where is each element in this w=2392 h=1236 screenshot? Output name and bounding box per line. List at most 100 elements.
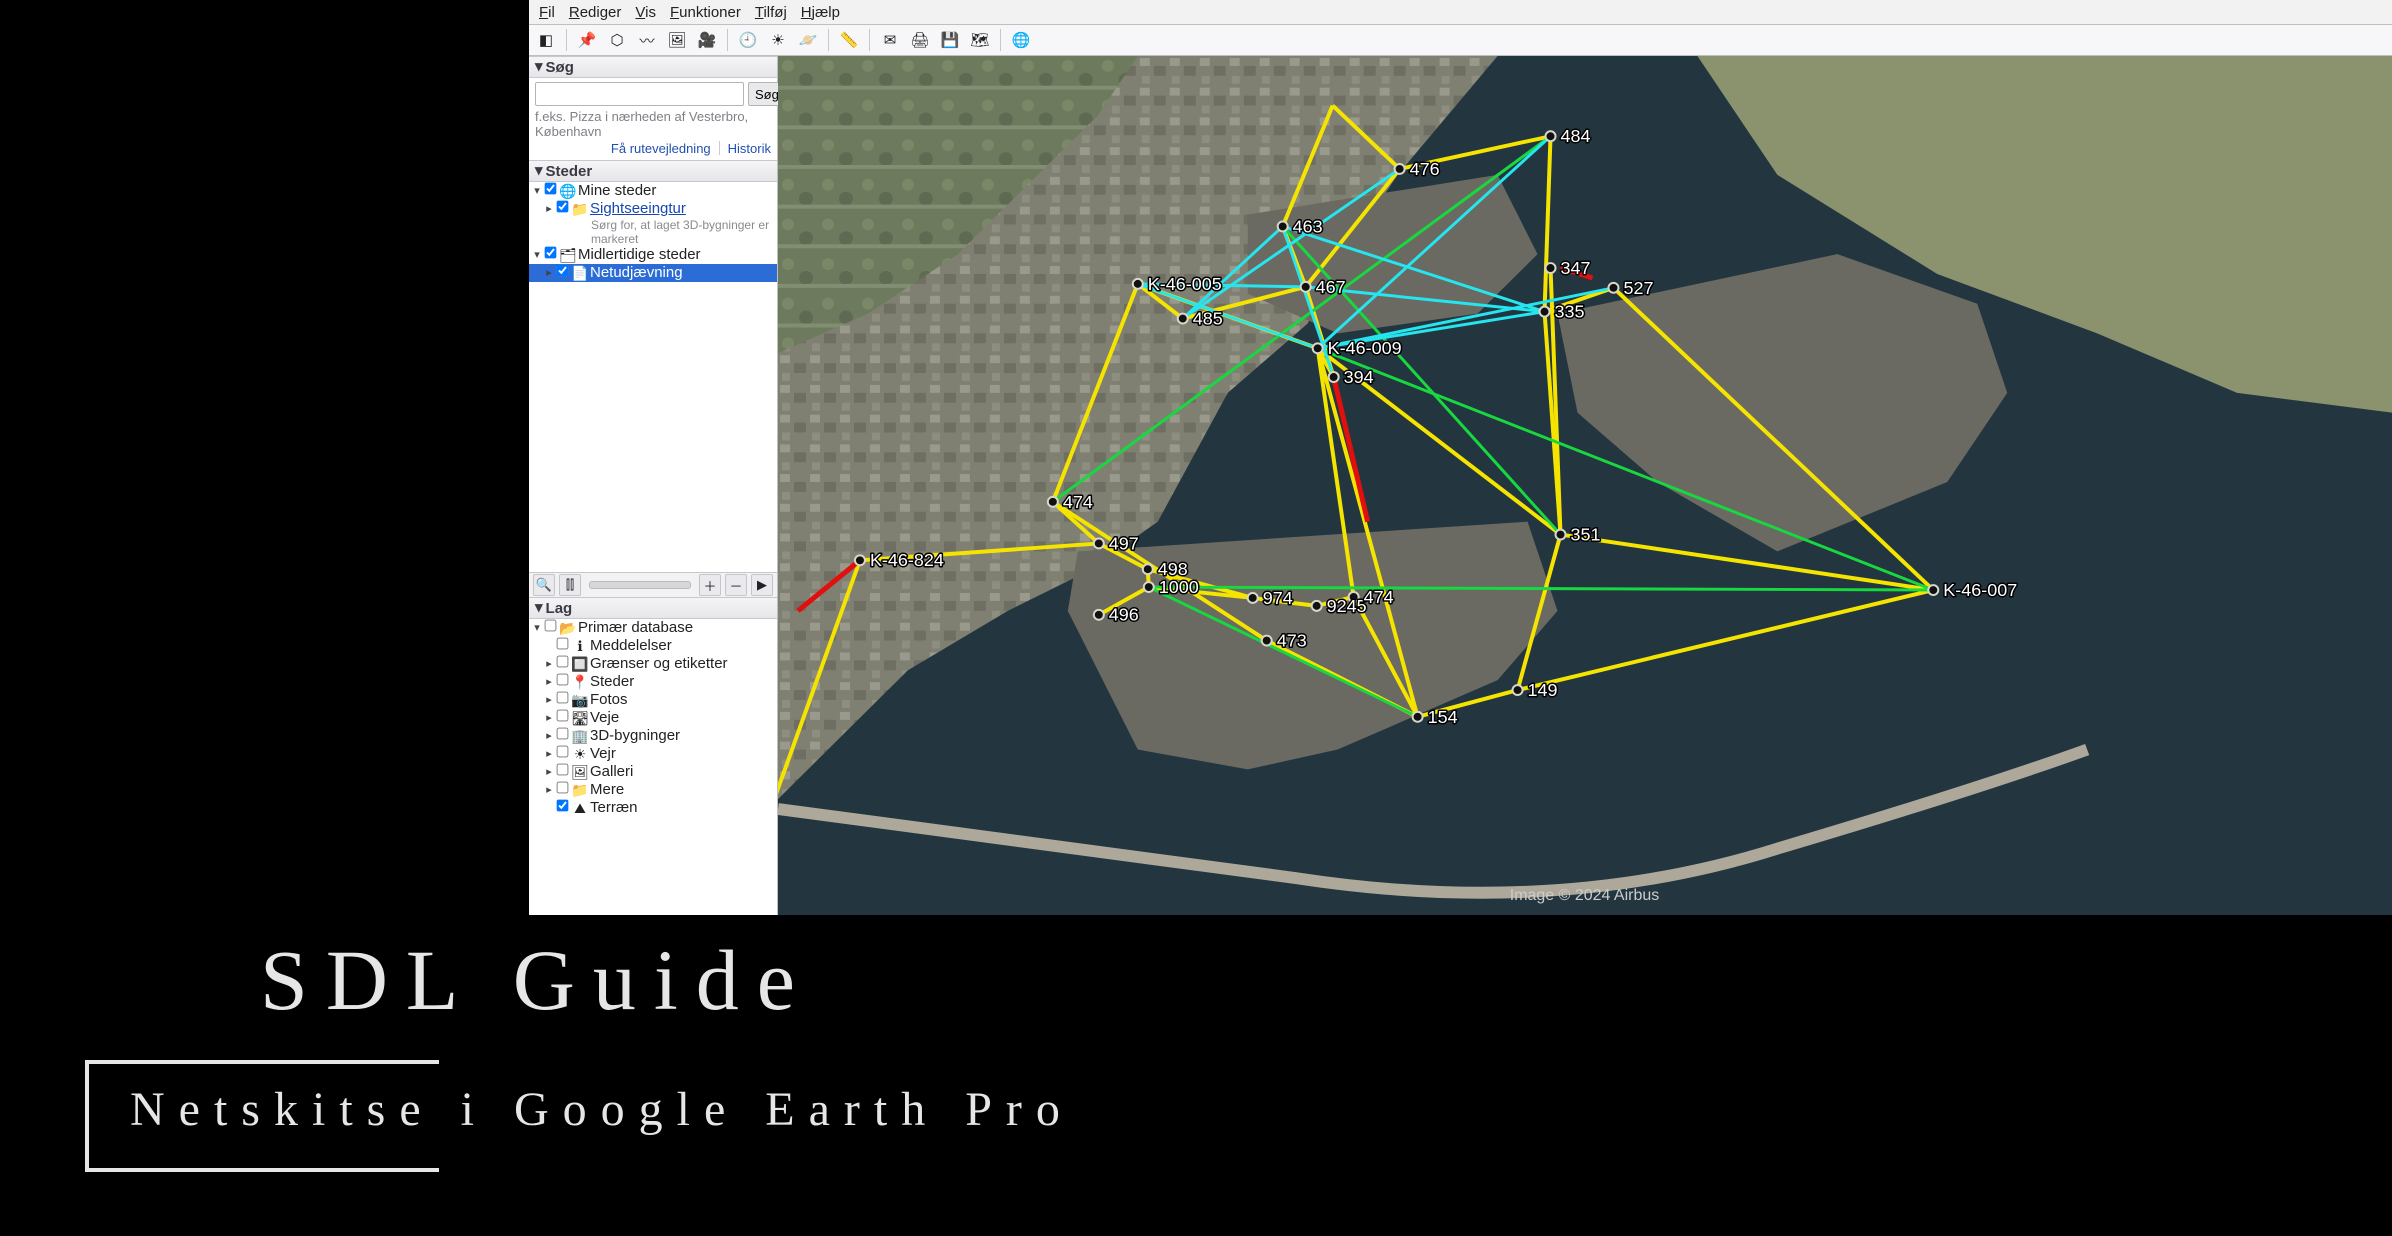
map-point[interactable] <box>1540 307 1550 317</box>
search-input[interactable] <box>535 82 744 106</box>
map-point[interactable] <box>1313 343 1323 353</box>
tree-twisty-icon[interactable]: ▸ <box>543 264 555 282</box>
map-point[interactable] <box>1248 593 1258 603</box>
tree-node[interactable]: ▾🌐Mine steder <box>529 182 777 200</box>
tree-twisty-icon[interactable]: ▸ <box>543 781 555 799</box>
tree-checkbox[interactable] <box>545 247 557 259</box>
map-point[interactable] <box>1395 164 1405 174</box>
tree-node[interactable]: ▸🏢3D-bygninger <box>529 727 777 745</box>
save-image-icon[interactable]: 💾 <box>937 27 963 53</box>
tree-node[interactable]: ⛰Terræn <box>529 799 777 817</box>
tree-twisty-icon[interactable]: ▸ <box>543 745 555 763</box>
tree-node[interactable]: ▸🛣Veje <box>529 709 777 727</box>
globe-icon[interactable]: 🌐 <box>1008 27 1034 53</box>
tree-twisty-icon[interactable]: ▸ <box>543 763 555 781</box>
tree-checkbox[interactable] <box>557 656 569 668</box>
two-pane-icon[interactable]: ⫿⫿ <box>559 574 581 596</box>
planet-icon[interactable]: 🪐 <box>795 27 821 53</box>
map-point[interactable] <box>1143 564 1153 574</box>
plus-icon[interactable]: ＋ <box>699 574 721 596</box>
tree-twisty-icon[interactable]: ▾ <box>531 246 543 264</box>
tree-checkbox[interactable] <box>557 638 569 650</box>
menu-item-tilføj[interactable]: Tilføj <box>751 4 791 21</box>
map-point[interactable] <box>1094 539 1104 549</box>
tree-checkbox[interactable] <box>557 782 569 794</box>
map-viewport[interactable]: K-46-824K-46-007100047449749649846748597… <box>778 56 2392 915</box>
tree-node[interactable]: ▸☀Vejr <box>529 745 777 763</box>
email-icon[interactable]: ✉ <box>877 27 903 53</box>
tree-node[interactable]: ▸📁Sightseeingtur <box>529 200 777 218</box>
history-link[interactable]: Historik <box>728 141 771 156</box>
tree-node[interactable]: ▸🔲Grænser og etiketter <box>529 655 777 673</box>
print-icon[interactable]: 🖨 <box>907 27 933 53</box>
tree-twisty-icon[interactable]: ▾ <box>531 619 543 637</box>
map-point[interactable] <box>1178 314 1188 324</box>
tree-node[interactable]: ▾🗂Midlertidige steder <box>529 246 777 264</box>
tree-node[interactable]: ▾📂Primær database <box>529 619 777 637</box>
image-overlay-icon[interactable]: 🖼 <box>664 27 690 53</box>
historical-imagery-icon[interactable]: 🕘 <box>735 27 761 53</box>
search-icon[interactable]: 🔍 <box>533 574 555 596</box>
menu-item-funktioner[interactable]: Funktioner <box>666 4 745 21</box>
map-point[interactable] <box>1556 530 1566 540</box>
menu-item-vis[interactable]: Vis <box>631 4 660 21</box>
map-point[interactable] <box>1546 131 1556 141</box>
toolbar[interactable]: ◧ 📌⬡〰🖼🎥 🕘☀🪐 📏 ✉🖨💾🗺 🌐 <box>529 25 2392 56</box>
tree-checkbox[interactable] <box>545 620 557 632</box>
map-point[interactable] <box>1048 497 1058 507</box>
menu-item-fil[interactable]: Fil <box>535 4 559 21</box>
view-in-maps-icon[interactable]: 🗺 <box>967 27 993 53</box>
play-icon[interactable]: ▶ <box>751 574 773 596</box>
search-button[interactable]: Søg <box>748 82 782 106</box>
map-point[interactable] <box>1608 283 1618 293</box>
map-point[interactable] <box>1546 263 1556 273</box>
polygon-icon[interactable]: ⬡ <box>604 27 630 53</box>
tree-node[interactable]: ▸📁Mere <box>529 781 777 799</box>
tree-node[interactable]: ▸📷Fotos <box>529 691 777 709</box>
tree-checkbox[interactable] <box>557 674 569 686</box>
map-point[interactable] <box>855 555 865 565</box>
map-point[interactable] <box>1133 279 1143 289</box>
tree-checkbox[interactable] <box>545 183 557 195</box>
tree-checkbox[interactable] <box>557 728 569 740</box>
opacity-slider[interactable] <box>589 581 691 589</box>
map-point[interactable] <box>1312 601 1322 611</box>
tree-checkbox[interactable] <box>557 265 569 277</box>
map-point[interactable] <box>1329 372 1339 382</box>
menubar[interactable]: Fil Rediger Vis Funktioner Tilføj Hjælp <box>529 0 2392 25</box>
tree-node[interactable]: ℹMeddelelser <box>529 637 777 655</box>
tree-node[interactable]: ▸📍Steder <box>529 673 777 691</box>
menu-item-hjælp[interactable]: Hjælp <box>797 4 844 21</box>
hide-sidebar-icon[interactable]: ◧ <box>533 27 559 53</box>
record-tour-icon[interactable]: 🎥 <box>694 27 720 53</box>
tree-checkbox[interactable] <box>557 692 569 704</box>
tree-node[interactable]: ▸📄Netudjævning <box>529 264 777 282</box>
map-point[interactable] <box>1928 585 1938 595</box>
tree-twisty-icon[interactable]: ▸ <box>543 673 555 691</box>
tree-twisty-icon[interactable]: ▾ <box>531 182 543 200</box>
panel-header-layers[interactable]: ▾Lag <box>529 597 777 619</box>
get-directions-link[interactable]: Få rutevejledning <box>611 141 711 156</box>
map-point[interactable] <box>1262 636 1272 646</box>
menu-item-rediger[interactable]: Rediger <box>565 4 626 21</box>
tree-checkbox[interactable] <box>557 201 569 213</box>
placemark-icon[interactable]: 📌 <box>574 27 600 53</box>
tree-checkbox[interactable] <box>557 746 569 758</box>
map-point[interactable] <box>1094 610 1104 620</box>
map-point[interactable] <box>1301 282 1311 292</box>
map-point[interactable] <box>1413 712 1423 722</box>
minus-icon[interactable]: － <box>725 574 747 596</box>
map-point[interactable] <box>1278 221 1288 231</box>
map-point[interactable] <box>1513 685 1523 695</box>
tree-twisty-icon[interactable]: ▸ <box>543 727 555 745</box>
map-point[interactable] <box>1144 582 1154 592</box>
tree-twisty-icon[interactable]: ▸ <box>543 200 555 218</box>
panel-header-places[interactable]: ▾Steder <box>529 160 777 182</box>
tree-twisty-icon[interactable]: ▸ <box>543 655 555 673</box>
path-icon[interactable]: 〰 <box>634 27 660 53</box>
sunlight-icon[interactable]: ☀ <box>765 27 791 53</box>
tree-checkbox[interactable] <box>557 800 569 812</box>
tree-checkbox[interactable] <box>557 710 569 722</box>
tree-node[interactable]: ▸🖼Galleri <box>529 763 777 781</box>
ruler-icon[interactable]: 📏 <box>836 27 862 53</box>
